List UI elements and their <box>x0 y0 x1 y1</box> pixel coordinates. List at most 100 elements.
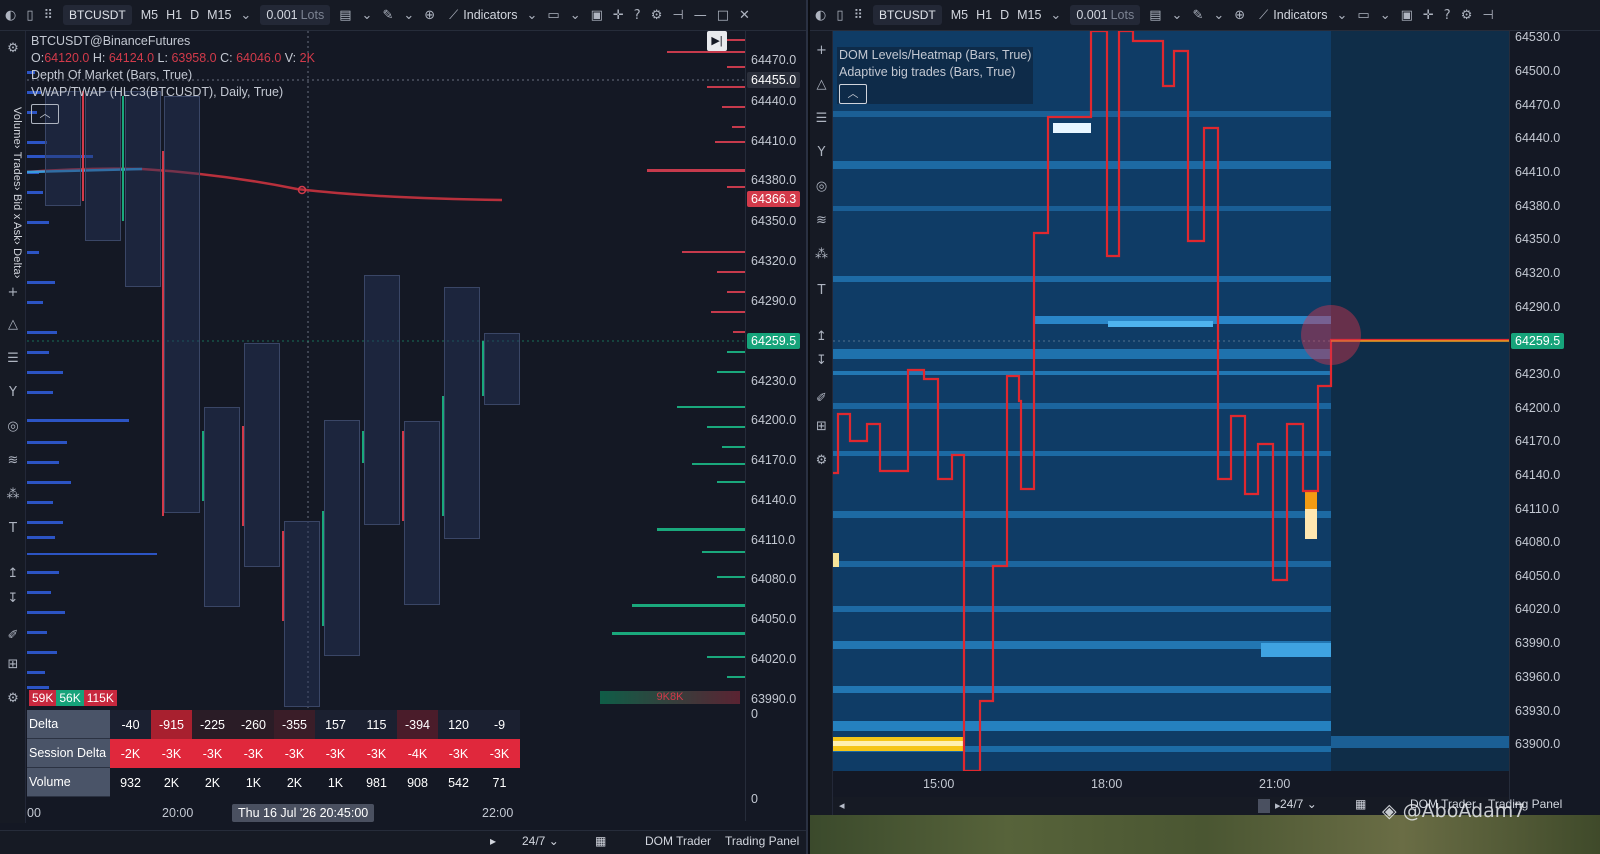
indicators-button[interactable]: ⟋ Indicators <box>1250 0 1331 30</box>
candle-box[interactable] <box>404 421 440 605</box>
target-icon[interactable]: ◎ <box>0 419 26 434</box>
pencil-icon[interactable]: ✎ <box>1187 8 1208 23</box>
candle-box[interactable] <box>484 333 520 405</box>
candle-box[interactable] <box>204 407 240 607</box>
chevron-down-icon[interactable]: ⌄ <box>398 8 419 23</box>
image-icon[interactable]: ▣ <box>1396 8 1418 23</box>
candle-box[interactable] <box>284 521 320 707</box>
lots-input[interactable]: 0.001 Lots <box>260 5 331 25</box>
chevron-down-icon[interactable]: ⌄ <box>1331 8 1352 23</box>
chevron-down-icon[interactable]: ⌄ <box>1375 8 1396 23</box>
grid-icon[interactable]: ⊞ <box>810 419 833 434</box>
pattern-icon[interactable]: ≋ <box>0 453 26 468</box>
minimize-icon[interactable]: — <box>689 8 712 23</box>
session-selector[interactable]: 24/7 ⌄ <box>1280 797 1317 811</box>
grid-icon[interactable]: ⊞ <box>0 657 26 672</box>
candle-box[interactable] <box>444 287 480 539</box>
dom-trader-tab[interactable]: DOM Trader <box>645 834 711 848</box>
pencil-icon[interactable]: ✎ <box>377 8 398 23</box>
left-price-axis[interactable]: 64470.0 64455.0 64440.0 64410.0 64380.0 … <box>745 31 806 821</box>
candle-box[interactable] <box>324 420 360 656</box>
collapse-legend-button[interactable]: ︿ <box>839 84 867 104</box>
gear-icon[interactable]: ⚙ <box>0 41 26 56</box>
templates-icon[interactable]: ▭ <box>542 8 564 23</box>
gear-icon[interactable]: ⚙ <box>0 691 26 706</box>
tf-d[interactable]: D <box>186 0 203 30</box>
phone-icon[interactable]: ▯ <box>21 8 38 23</box>
pin-icon[interactable]: ⊣ <box>667 8 688 23</box>
session-selector[interactable]: 24/7 ⌄ <box>522 834 559 848</box>
target-icon[interactable]: ◎ <box>810 179 833 194</box>
legend-indicator-heatmap[interactable]: DOM Levels/Heatmap (Bars, True) <box>839 47 1031 64</box>
brush-icon[interactable]: ✐ <box>0 628 26 643</box>
lots-input[interactable]: 0.001 Lots <box>1070 5 1141 25</box>
trading-panel-tab[interactable]: Trading Panel <box>725 834 799 848</box>
collapse-legend-button[interactable]: ︿ <box>31 104 59 124</box>
phone-icon[interactable]: ▯ <box>831 8 848 23</box>
help-icon[interactable]: ? <box>1439 8 1456 23</box>
scroll-to-realtime-icon[interactable]: ▶| <box>707 31 727 51</box>
legend-indicator-vwap[interactable]: VWAP/TWAP (HLC3(BTCUSDT), Daily, True) <box>31 84 315 101</box>
calendar-icon[interactable]: ▦ <box>595 834 606 848</box>
side-tabs[interactable]: Volume› Trades› Bid x Ask› Delta› <box>3 107 23 297</box>
candle-box[interactable] <box>244 343 280 567</box>
sort-asc-icon[interactable]: ↥ <box>810 329 833 344</box>
cursor-icon[interactable]: + <box>0 285 26 300</box>
chevron-down-icon[interactable]: ⌄ <box>521 8 542 23</box>
shapes-icon[interactable]: ⁂ <box>810 247 833 262</box>
sort-desc-icon[interactable]: ↧ <box>0 591 26 606</box>
sort-desc-icon[interactable]: ↧ <box>810 353 833 368</box>
heatmap-plot-area[interactable]: DOM Levels/Heatmap (Bars, True) Adaptive… <box>833 31 1509 771</box>
gear-icon[interactable]: ⚙ <box>1456 8 1478 23</box>
tf-d[interactable]: D <box>996 0 1013 30</box>
maximize-icon[interactable]: □ <box>712 8 734 23</box>
pattern-icon[interactable]: ≋ <box>810 213 833 228</box>
indicators-button[interactable]: ⟋ Indicators <box>440 0 521 30</box>
right-price-axis[interactable]: 64530.0 64500.0 64470.0 64440.0 64410.0 … <box>1509 30 1600 821</box>
image-icon[interactable]: ▣ <box>586 8 608 23</box>
chevron-down-icon[interactable]: ⌄ <box>1045 8 1066 23</box>
triangle-icon[interactable]: △ <box>810 77 833 92</box>
tf-m5[interactable]: M5 <box>137 0 162 30</box>
tf-h1[interactable]: H1 <box>162 0 186 30</box>
close-icon[interactable]: ✕ <box>734 8 755 23</box>
candle-box[interactable] <box>164 96 200 513</box>
tf-h1[interactable]: H1 <box>972 0 996 30</box>
drag-handle-icon[interactable]: ⠿ <box>849 8 869 23</box>
chevron-down-icon[interactable]: ⌄ <box>1208 8 1229 23</box>
lines-icon[interactable]: ☰ <box>810 111 833 126</box>
chevron-down-icon[interactable]: ⌄ <box>235 8 256 23</box>
chevron-down-icon[interactable]: ⌄ <box>565 8 586 23</box>
candle-box[interactable] <box>364 275 400 525</box>
chevron-down-icon[interactable]: ⌄ <box>357 8 378 23</box>
left-time-axis[interactable]: 00 20:00 Thu 16 Jul '26 20:45:00 22:00 <box>27 800 745 822</box>
right-time-axis[interactable]: 15:00 18:00 21:00 <box>833 771 1509 797</box>
tf-m5[interactable]: M5 <box>947 0 972 30</box>
tf-m15[interactable]: M15 <box>203 0 235 30</box>
tf-m15[interactable]: M15 <box>1013 0 1045 30</box>
scroll-left-icon[interactable]: ◂ <box>839 799 845 812</box>
templates-icon[interactable]: ▭ <box>1352 8 1374 23</box>
fork-icon[interactable]: Y <box>810 145 833 160</box>
scrollbar-thumb[interactable] <box>1258 799 1270 813</box>
help-icon[interactable]: ? <box>629 8 646 23</box>
gear-icon[interactable]: ⚙ <box>646 8 668 23</box>
symbol-selector[interactable]: BTCUSDT <box>873 5 942 25</box>
cursor-icon[interactable]: + <box>810 43 833 58</box>
zoom-icon[interactable]: ⊕ <box>1229 8 1250 23</box>
drag-handle-icon[interactable]: ⠿ <box>39 8 59 23</box>
text-icon[interactable]: T <box>0 521 26 536</box>
text-icon[interactable]: T <box>810 283 833 298</box>
chart-type-icon[interactable]: ▤ <box>334 8 356 23</box>
chevron-down-icon[interactable]: ⌄ <box>1167 8 1188 23</box>
crosshair-icon[interactable]: ✛ <box>608 8 629 23</box>
crosshair-icon[interactable]: ✛ <box>1418 8 1439 23</box>
symbol-selector[interactable]: BTCUSDT <box>63 5 132 25</box>
lines-icon[interactable]: ☰ <box>0 351 26 366</box>
zoom-icon[interactable]: ⊕ <box>419 8 440 23</box>
legend-indicator-bigtrades[interactable]: Adaptive big trades (Bars, True) <box>839 64 1031 81</box>
gear-icon[interactable]: ⚙ <box>810 453 833 468</box>
left-plot-area[interactable]: BTCUSDT@BinanceFutures O:64120.0 H: 6412… <box>27 31 745 708</box>
pin-icon[interactable]: ⊣ <box>1477 8 1498 23</box>
fork-icon[interactable]: Y <box>0 385 26 400</box>
